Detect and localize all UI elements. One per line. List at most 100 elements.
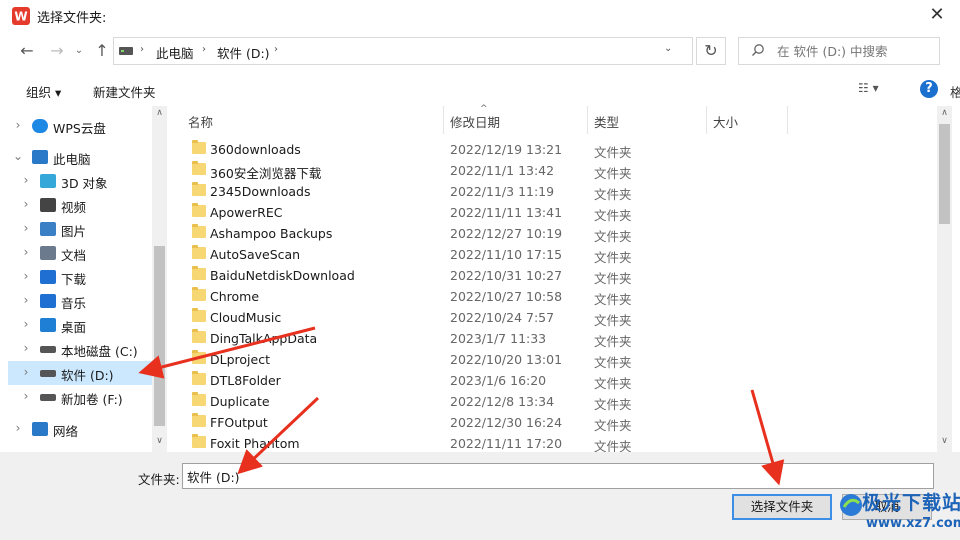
search-box[interactable] bbox=[738, 37, 940, 65]
collapsed-chevron-icon[interactable]: › bbox=[12, 118, 24, 132]
folder-icon bbox=[192, 287, 206, 301]
nav-tree-item[interactable]: › 文档 bbox=[8, 241, 153, 265]
file-row[interactable]: DTL8Folder 2023/1/6 16:20 文件夹 bbox=[172, 370, 938, 391]
breadcrumb-separator-icon: › bbox=[274, 44, 278, 55]
address-bar[interactable]: › 此电脑 › 软件 (D:) › ⌄ bbox=[113, 37, 693, 65]
breadcrumb-drive-d[interactable]: 软件 (D:) bbox=[217, 43, 270, 62]
file-list-header: ^ 名称 修改日期 类型 大小 bbox=[172, 104, 938, 134]
scroll-down-arrow-icon[interactable]: ∨ bbox=[152, 436, 167, 446]
close-button[interactable]: ✕ bbox=[924, 4, 950, 28]
up-arrow-icon[interactable]: ↑ bbox=[92, 40, 112, 62]
nav-tree-item[interactable]: › 3D 对象 bbox=[8, 169, 153, 193]
collapsed-chevron-icon[interactable]: › bbox=[20, 173, 32, 187]
collapsed-chevron-icon[interactable]: › bbox=[12, 421, 24, 435]
collapsed-chevron-icon[interactable]: › bbox=[20, 389, 32, 403]
navigation-pane-scrollbar[interactable]: ∧ ∨ bbox=[152, 106, 167, 452]
collapsed-chevron-icon[interactable]: › bbox=[20, 365, 32, 379]
nav-tree-item[interactable]: › 视频 bbox=[8, 193, 153, 217]
file-row[interactable]: DingTalkAppData 2023/1/7 11:33 文件夹 bbox=[172, 328, 938, 349]
address-dropdown-chevron-icon[interactable]: ⌄ bbox=[664, 43, 672, 54]
file-row[interactable]: Duplicate 2022/12/8 13:34 文件夹 bbox=[172, 391, 938, 412]
file-name: 360安全浏览器下载 bbox=[210, 166, 322, 181]
scroll-up-arrow-icon[interactable]: ∧ bbox=[937, 108, 952, 118]
collapsed-chevron-icon[interactable]: › bbox=[20, 293, 32, 307]
scroll-up-arrow-icon[interactable]: ∧ bbox=[152, 108, 167, 118]
nav-tree-item-label: 音乐 bbox=[61, 296, 87, 311]
collapsed-chevron-icon[interactable]: › bbox=[20, 317, 32, 331]
file-modified-date: 2022/10/24 7:57 bbox=[450, 310, 555, 325]
file-row[interactable]: Chrome 2022/10/27 10:58 文件夹 bbox=[172, 286, 938, 307]
nav-tree-item[interactable]: › 新加卷 (F:) bbox=[8, 385, 153, 409]
drive-c-icon bbox=[40, 346, 56, 353]
search-input[interactable] bbox=[777, 41, 935, 61]
expanded-chevron-icon[interactable]: ⌄ bbox=[12, 149, 24, 163]
new-folder-button[interactable]: 新建文件夹 bbox=[93, 82, 156, 101]
organize-menu-button[interactable]: 组织 ▾ bbox=[26, 82, 61, 101]
file-row[interactable]: AutoSaveScan 2022/11/10 17:15 文件夹 bbox=[172, 244, 938, 265]
file-modified-date: 2022/11/10 17:15 bbox=[450, 247, 563, 262]
file-row[interactable]: ApowerREC 2022/11/11 13:41 文件夹 bbox=[172, 202, 938, 223]
column-header-date[interactable]: 修改日期 bbox=[450, 112, 500, 131]
collapsed-chevron-icon[interactable]: › bbox=[20, 221, 32, 235]
file-row[interactable]: BaiduNetdiskDownload 2022/10/31 10:27 文件夹 bbox=[172, 265, 938, 286]
select-folder-button[interactable]: 选择文件夹 bbox=[732, 494, 832, 520]
nav-tree-item[interactable]: › 软件 (D:) bbox=[8, 361, 153, 385]
computer-icon bbox=[32, 150, 48, 164]
file-modified-date: 2022/12/27 10:19 bbox=[450, 226, 563, 241]
nav-tree-item[interactable]: › 图片 bbox=[8, 217, 153, 241]
scrollbar-thumb[interactable] bbox=[939, 124, 950, 224]
help-icon[interactable]: ? bbox=[920, 80, 938, 98]
nav-tree-item[interactable]: › 音乐 bbox=[8, 289, 153, 313]
breadcrumb-this-pc[interactable]: 此电脑 bbox=[156, 43, 194, 62]
collapsed-chevron-icon[interactable]: › bbox=[20, 269, 32, 283]
scroll-down-arrow-icon[interactable]: ∨ bbox=[937, 436, 952, 446]
folder-path-input[interactable] bbox=[182, 463, 934, 489]
navigation-pane: › WPS云盘 ⌄ 此电脑 › 3D 对象 › 视频 › 图片 › 文档 › 下载 › 音乐 › 桌面 › 本地磁盘 … bbox=[8, 106, 168, 452]
file-row[interactable]: Ashampoo Backups 2022/12/27 10:19 文件夹 bbox=[172, 223, 938, 244]
nav-tree-item[interactable]: › 桌面 bbox=[8, 313, 153, 337]
file-row[interactable]: DLproject 2022/10/20 13:01 文件夹 bbox=[172, 349, 938, 370]
file-row[interactable]: 360安全浏览器下载 2022/11/1 13:42 文件夹 bbox=[172, 160, 938, 181]
nav-tree-item[interactable]: › 下载 bbox=[8, 265, 153, 289]
folder-icon bbox=[192, 161, 206, 175]
nav-tree-item-label: 此电脑 bbox=[53, 152, 91, 167]
file-row[interactable]: FFOutput 2022/12/30 16:24 文件夹 bbox=[172, 412, 938, 433]
drive-icon bbox=[40, 370, 56, 377]
file-modified-date: 2022/11/11 13:41 bbox=[450, 205, 563, 220]
collapsed-chevron-icon[interactable]: › bbox=[20, 341, 32, 355]
file-modified-date: 2022/11/11 17:20 bbox=[450, 436, 563, 451]
nav-tree-item[interactable]: › WPS云盘 bbox=[8, 114, 153, 138]
file-list-scrollbar[interactable]: ∧ ∨ bbox=[937, 106, 952, 452]
file-row[interactable]: CloudMusic 2022/10/24 7:57 文件夹 bbox=[172, 307, 938, 328]
file-type: 文件夹 bbox=[594, 313, 632, 328]
forward-arrow-icon[interactable]: → bbox=[46, 40, 68, 62]
back-arrow-icon[interactable]: ← bbox=[16, 40, 38, 62]
file-modified-date: 2022/10/27 10:58 bbox=[450, 289, 563, 304]
refresh-button[interactable]: ↻ bbox=[696, 37, 726, 65]
file-row[interactable]: Foxit Phantom 2022/11/11 17:20 文件夹 bbox=[172, 433, 938, 454]
nav-tree-item[interactable]: › 本地磁盘 (C:) bbox=[8, 337, 153, 361]
column-divider[interactable] bbox=[787, 106, 788, 134]
nav-tree-item[interactable]: ⌄ 此电脑 bbox=[8, 145, 153, 169]
folder-icon bbox=[192, 329, 206, 343]
nav-tree-item[interactable]: › 网络 bbox=[8, 417, 153, 441]
drive-icon bbox=[40, 394, 56, 401]
recent-locations-chevron-icon[interactable]: ⌄ bbox=[72, 40, 86, 62]
collapsed-chevron-icon[interactable]: › bbox=[20, 245, 32, 259]
column-divider[interactable] bbox=[587, 106, 588, 134]
column-header-name[interactable]: 名称 bbox=[188, 112, 213, 131]
view-options-button[interactable]: ☷ ▾ bbox=[858, 81, 898, 99]
column-divider[interactable] bbox=[706, 106, 707, 134]
column-divider[interactable] bbox=[443, 106, 444, 134]
watermark-title: 极光下载站 bbox=[862, 492, 960, 514]
breadcrumb-separator-icon: › bbox=[140, 44, 144, 55]
file-type: 文件夹 bbox=[594, 187, 632, 202]
file-row[interactable]: 2345Downloads 2022/11/3 11:19 文件夹 bbox=[172, 181, 938, 202]
column-header-size[interactable]: 大小 bbox=[713, 112, 738, 131]
file-row[interactable]: 360downloads 2022/12/19 13:21 文件夹 bbox=[172, 139, 938, 160]
collapsed-chevron-icon[interactable]: › bbox=[20, 197, 32, 211]
file-modified-date: 2022/11/1 13:42 bbox=[450, 163, 555, 178]
scrollbar-thumb[interactable] bbox=[154, 246, 165, 426]
column-header-type[interactable]: 类型 bbox=[594, 112, 619, 131]
nav-tree-item-label: 桌面 bbox=[61, 320, 87, 335]
